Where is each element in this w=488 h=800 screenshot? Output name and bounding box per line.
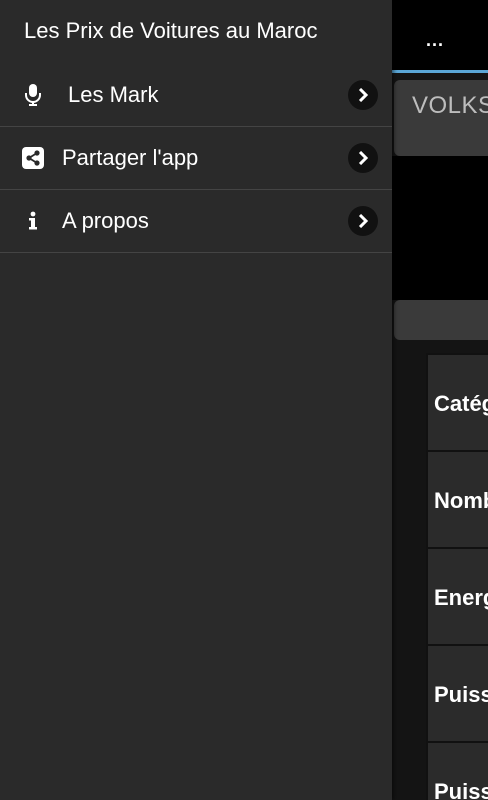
chevron-right-icon xyxy=(348,206,378,236)
table-row: Puiss xyxy=(426,741,488,800)
chevron-right-icon xyxy=(348,80,378,110)
info-icon xyxy=(22,209,44,233)
menu-item-label: Les Mark xyxy=(68,82,159,107)
menu-item-les-mark[interactable]: Les Mark xyxy=(0,64,392,127)
menu-item-partager[interactable]: Partager l'app xyxy=(0,127,392,190)
drawer-menu: Les Mark Partager l'app A propos xyxy=(0,64,392,253)
brand-spinner[interactable]: VOLKS xyxy=(394,80,488,156)
chevron-right-icon xyxy=(348,143,378,173)
table-row: Puiss xyxy=(426,644,488,741)
car-image-area xyxy=(392,156,488,300)
brand-name: VOLKS xyxy=(412,92,488,119)
menu-item-label: Partager l'app xyxy=(62,145,199,170)
model-bar[interactable] xyxy=(394,300,488,340)
action-bar: ... xyxy=(392,0,488,70)
action-bar-underline xyxy=(392,70,488,73)
microphone-icon xyxy=(22,83,44,107)
navigation-drawer: Les Prix de Voitures au Maroc Les Mark P… xyxy=(0,0,392,800)
row-label: Puiss xyxy=(434,682,488,707)
overflow-menu-button[interactable]: ... xyxy=(426,30,444,51)
specs-table: Catég Nomb Energ Puiss Puiss xyxy=(426,353,488,800)
drawer-title: Les Prix de Voitures au Maroc xyxy=(24,18,318,43)
table-row: Nomb xyxy=(426,450,488,547)
table-row: Energ xyxy=(426,547,488,644)
row-label: Nomb xyxy=(434,488,488,513)
share-icon xyxy=(22,146,44,170)
row-label: Puiss xyxy=(434,779,488,800)
row-label: Catég xyxy=(434,391,488,416)
menu-item-label: A propos xyxy=(62,208,149,233)
screen: ... VOLKS Catég Nomb Energ Puiss Puiss L… xyxy=(0,0,488,800)
menu-item-a-propos[interactable]: A propos xyxy=(0,190,392,253)
table-row: Catég xyxy=(426,353,488,450)
row-label: Energ xyxy=(434,585,488,610)
